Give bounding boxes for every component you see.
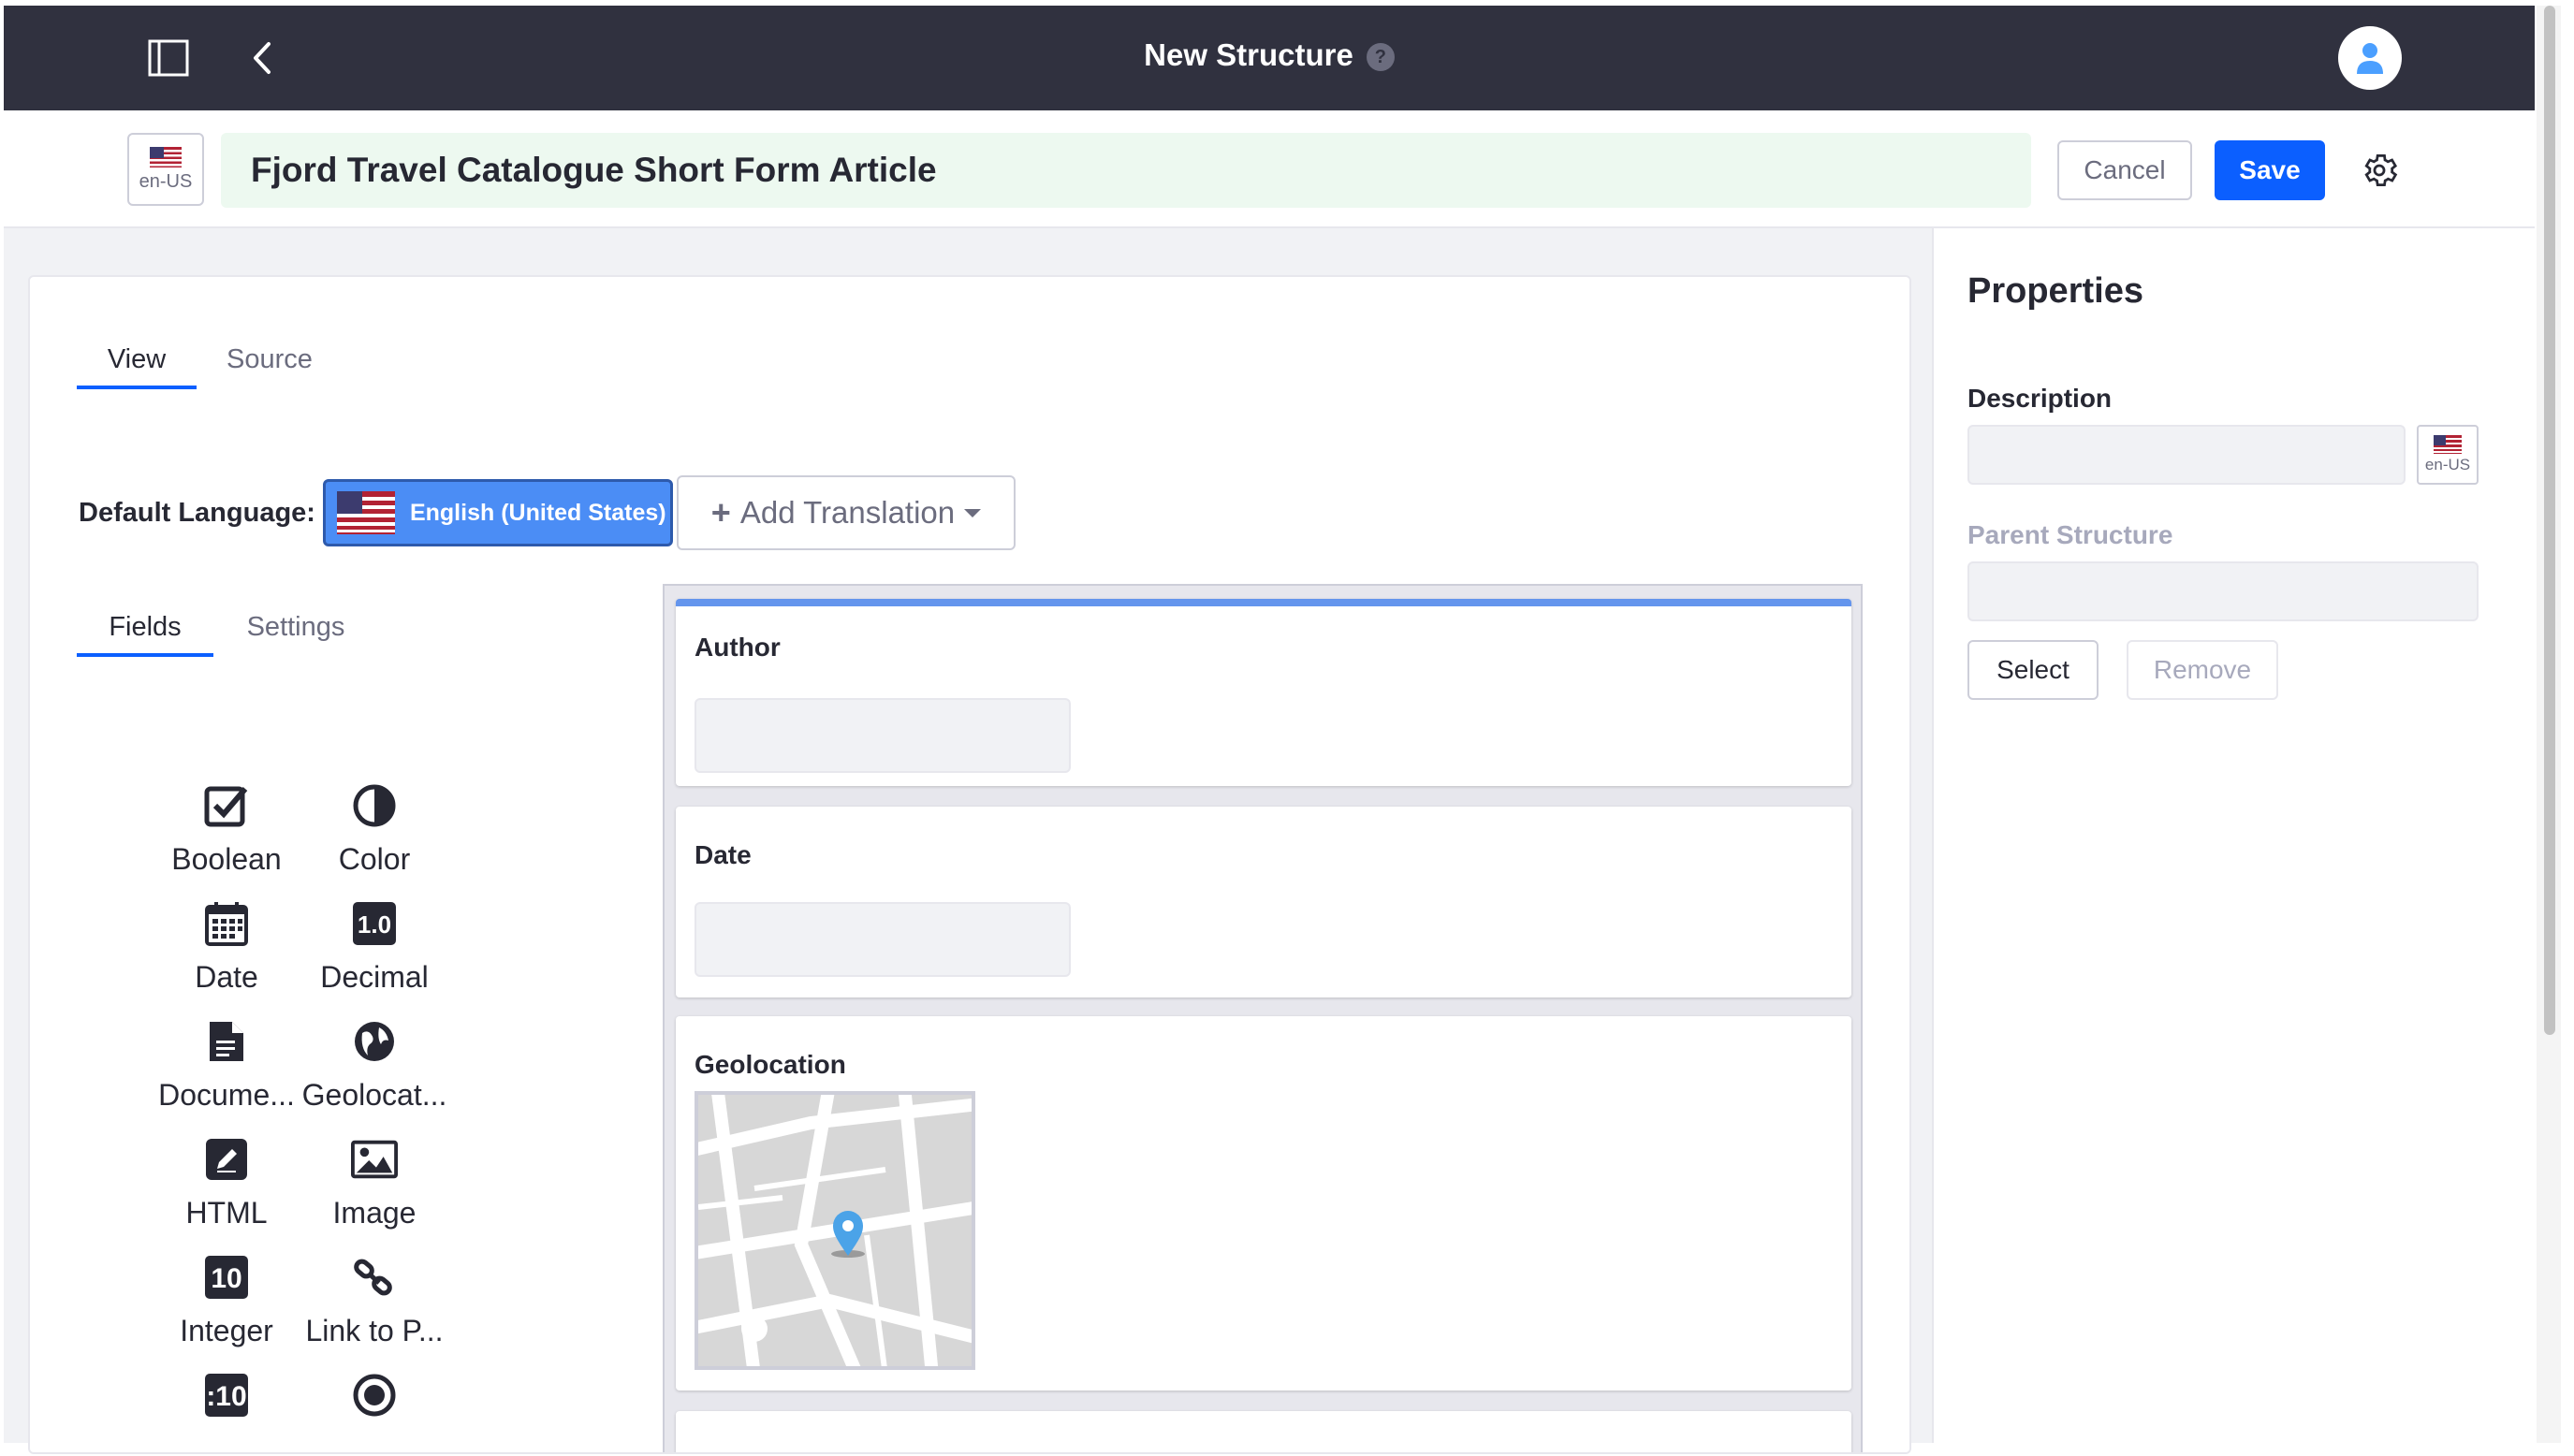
number-icon: :10 <box>203 1372 250 1419</box>
view-tabs: View Source <box>77 329 343 389</box>
locale-label: en-US <box>2424 456 2471 473</box>
default-language-value: English (United States) <box>409 499 666 526</box>
tab-view[interactable]: View <box>77 329 197 389</box>
radio-icon <box>351 1372 398 1419</box>
decimal-icon: 1.0 <box>351 900 398 947</box>
palette-label: Decimal <box>320 960 429 994</box>
locale-selector[interactable]: en-US <box>127 133 204 206</box>
author-input[interactable] <box>695 698 1071 773</box>
palette-item-geolocation[interactable]: Geolocat... <box>290 1018 459 1113</box>
structure-header: en-US Fjord Travel Catalogue Short Form … <box>4 110 2535 228</box>
svg-text::10: :10 <box>206 1381 246 1412</box>
help-icon[interactable]: ? <box>1366 43 1395 72</box>
html-pencil-icon <box>203 1136 250 1183</box>
description-label: Description <box>1967 384 2113 413</box>
caret-down-icon <box>964 509 982 517</box>
properties-title: Properties <box>1967 271 2143 311</box>
user-icon <box>2357 43 2383 74</box>
field-title: Date <box>695 840 752 869</box>
default-language-label: Default Language: <box>79 497 315 528</box>
map-preview[interactable] <box>695 1091 975 1370</box>
palette-item-radio[interactable] <box>290 1372 459 1419</box>
user-avatar[interactable] <box>2338 26 2402 90</box>
field-title: Geolocation <box>695 1050 846 1079</box>
palette-label: Docume... <box>158 1078 295 1112</box>
us-flag-icon <box>2434 435 2462 454</box>
page-scrollbar[interactable] <box>2537 6 2561 1443</box>
palette-item-html[interactable]: HTML <box>142 1136 311 1230</box>
palette-label: HTML <box>185 1196 268 1230</box>
palette-item-document[interactable]: Docume... <box>142 1018 311 1113</box>
palette-item-integer[interactable]: 10 Integer <box>142 1254 311 1348</box>
palette-item-link[interactable]: Link to P... <box>290 1254 459 1348</box>
default-language-button[interactable]: English (United States) <box>322 479 673 546</box>
palette-label: Link to P... <box>305 1314 444 1347</box>
locale-label: en-US <box>139 170 193 192</box>
palette-label: Date <box>195 960 258 994</box>
palette-label: Geolocat... <box>301 1078 447 1112</box>
structure-builder-card: View Source Default Language: English (U… <box>28 275 1911 1454</box>
plus-icon: + <box>710 493 731 531</box>
map-image <box>698 1095 972 1366</box>
us-flag-icon <box>336 491 395 534</box>
page-title: New Structure? <box>4 37 2535 73</box>
link-icon <box>351 1254 398 1301</box>
checkbox-icon <box>203 782 250 829</box>
date-input[interactable] <box>695 902 1071 977</box>
settings-button[interactable] <box>2359 150 2400 191</box>
default-language-row: Default Language: English (United States… <box>79 475 1016 550</box>
parent-structure-input <box>1967 561 2479 621</box>
structure-name-input[interactable]: Fjord Travel Catalogue Short Form Articl… <box>221 133 2031 208</box>
page-title-text: New Structure <box>1144 37 1353 72</box>
scrollbar-thumb[interactable] <box>2544 6 2555 1035</box>
us-flag-icon <box>150 146 182 167</box>
field-card-next[interactable] <box>676 1411 1851 1452</box>
calendar-icon <box>203 900 250 947</box>
parent-structure-label: Parent Structure <box>1967 520 2173 549</box>
palette-item-boolean[interactable]: Boolean <box>142 782 311 877</box>
image-icon <box>351 1136 398 1183</box>
top-bar: New Structure? <box>4 6 2535 110</box>
description-input[interactable] <box>1967 425 2406 485</box>
palette-label: Image <box>332 1196 417 1230</box>
color-icon <box>351 782 398 829</box>
svg-text:10: 10 <box>211 1263 241 1294</box>
sidebar-tabs: Fields Settings <box>77 597 378 657</box>
main-area: View Source Default Language: English (U… <box>4 228 1932 1454</box>
field-card-date[interactable]: Date <box>676 807 1851 997</box>
palette-item-decimal[interactable]: 1.0 Decimal <box>290 900 459 995</box>
form-preview: Author Date Geolocation <box>663 584 1863 1452</box>
tab-source[interactable]: Source <box>197 329 343 389</box>
integer-icon: 10 <box>203 1254 250 1301</box>
palette-item-number[interactable]: :10 <box>142 1372 311 1419</box>
tab-settings[interactable]: Settings <box>213 597 378 657</box>
palette-label: Color <box>338 842 411 876</box>
palette-label: Boolean <box>171 842 282 876</box>
palette-item-date[interactable]: Date <box>142 900 311 995</box>
field-title: Author <box>695 633 781 662</box>
document-icon <box>203 1018 250 1065</box>
field-card-geolocation[interactable]: Geolocation <box>676 1016 1851 1390</box>
field-card-author[interactable]: Author <box>676 599 1851 786</box>
remove-button[interactable]: Remove <box>2127 640 2278 700</box>
add-translation-button[interactable]: + Add Translation <box>676 475 1016 550</box>
add-translation-label: Add Translation <box>739 495 956 530</box>
globe-icon <box>351 1018 398 1065</box>
select-button[interactable]: Select <box>1967 640 2099 700</box>
palette-item-image[interactable]: Image <box>290 1136 459 1230</box>
properties-panel: Properties Description en-US Parent Stru… <box>1932 228 2507 1443</box>
tab-fields[interactable]: Fields <box>77 597 213 657</box>
palette-item-color[interactable]: Color <box>290 782 459 877</box>
cancel-button[interactable]: Cancel <box>2057 140 2192 200</box>
save-button[interactable]: Save <box>2215 140 2325 200</box>
description-locale-button[interactable]: en-US <box>2417 425 2479 485</box>
svg-text:1.0: 1.0 <box>358 910 391 939</box>
palette-label: Integer <box>180 1314 273 1347</box>
gear-icon <box>2364 154 2398 186</box>
